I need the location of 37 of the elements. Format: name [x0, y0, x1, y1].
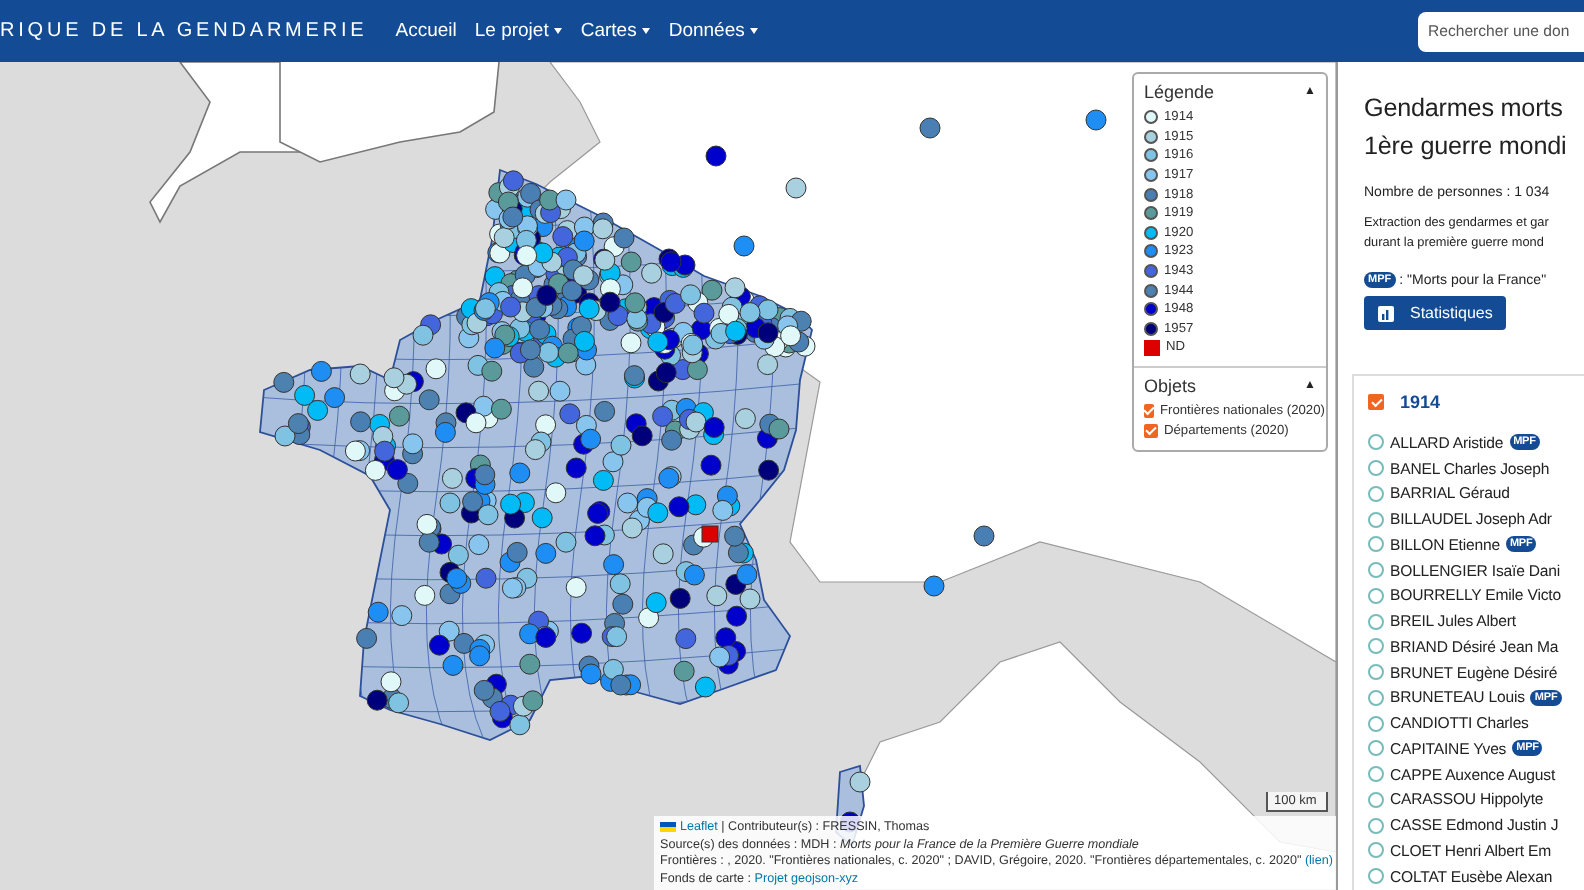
radio-button[interactable]: [1368, 536, 1384, 553]
radio-button[interactable]: [1368, 715, 1384, 732]
radio-button[interactable]: [1368, 434, 1384, 451]
layer-checkbox[interactable]: [1144, 404, 1154, 419]
map-drawing[interactable]: [0, 62, 1336, 890]
group-label: 1914: [1400, 392, 1441, 412]
radio-button[interactable]: [1368, 868, 1384, 885]
radio-button[interactable]: [1368, 587, 1384, 604]
radio-button[interactable]: [1368, 460, 1384, 477]
radio-button[interactable]: [1368, 791, 1384, 808]
radio-button[interactable]: [1368, 689, 1384, 706]
radio-button[interactable]: [1368, 511, 1384, 528]
layers-title: Objets: [1144, 375, 1197, 396]
nav-menu-item[interactable]: Cartes: [580, 20, 651, 42]
caret-icon: [642, 28, 651, 34]
nav-menu-item[interactable]: Accueil: [395, 20, 457, 42]
radio-button[interactable]: [1368, 766, 1384, 783]
radio-button[interactable]: [1368, 842, 1384, 859]
statistics-button[interactable]: Statistiques: [1364, 296, 1507, 330]
nav-menu-item[interactable]: Le projet: [474, 20, 563, 42]
chart-icon: [1378, 305, 1394, 321]
radio-button[interactable]: [1368, 562, 1384, 579]
radio-button[interactable]: [1368, 740, 1384, 757]
site-title[interactable]: RIQUE DE LA GENDARMERIE: [0, 20, 368, 42]
layer-checkbox[interactable]: [1144, 424, 1158, 439]
group-checkbox[interactable]: [1368, 394, 1384, 410]
flag-icon: [660, 821, 676, 832]
nav-menu-item[interactable]: Données: [668, 20, 759, 42]
radio-button[interactable]: [1368, 638, 1384, 655]
caret-icon: [554, 28, 563, 34]
radio-button[interactable]: [1368, 817, 1384, 834]
radio-button[interactable]: [1368, 485, 1384, 502]
panel-title: Gendarmes morts 1ère guerre mondi: [1364, 92, 1569, 164]
legend-title: Légende: [1144, 82, 1215, 102]
radio-button[interactable]: [1368, 664, 1384, 681]
radio-button[interactable]: [1368, 613, 1384, 630]
caret-icon: [750, 28, 759, 34]
